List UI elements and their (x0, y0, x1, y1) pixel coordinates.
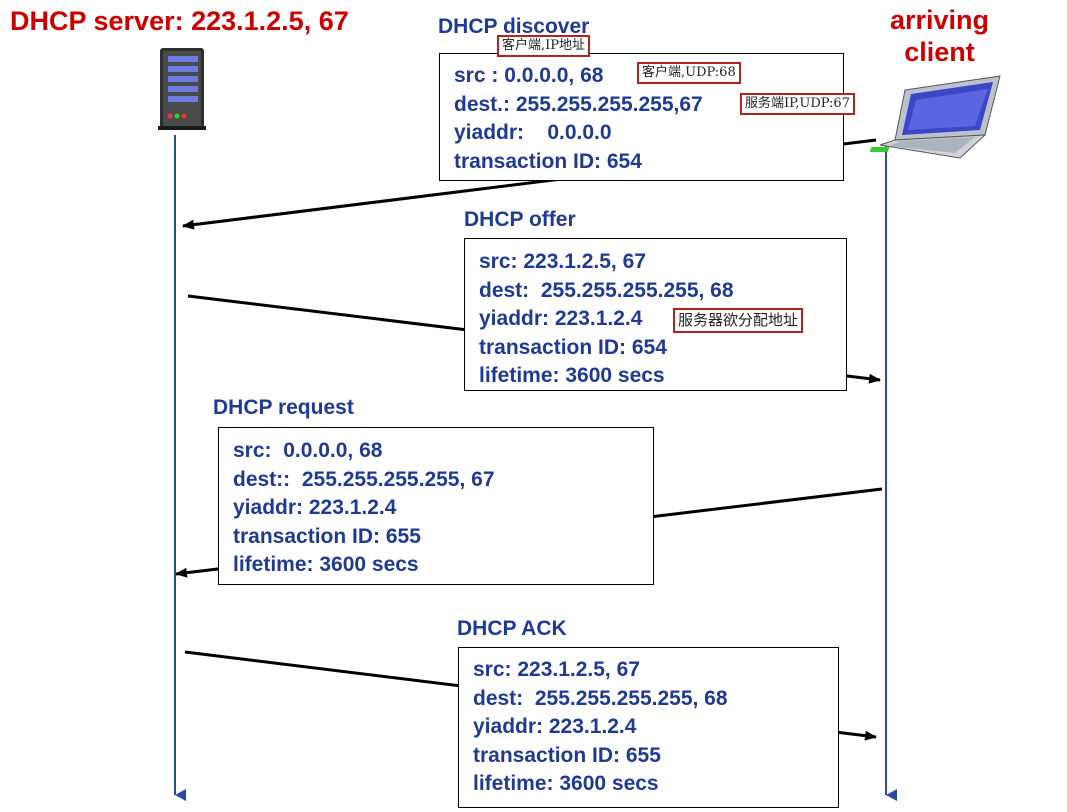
offer-dest: dest: 255.255.255.255, 68 (479, 278, 734, 302)
request-dest: dest:: 255.255.255.255, 67 (233, 467, 495, 491)
client-title-line2: client (904, 37, 975, 67)
server-icon (158, 48, 206, 130)
request-lifetime: lifetime: 3600 secs (233, 553, 419, 576)
offer-title: DHCP offer (464, 208, 576, 231)
request-src: src: 0.0.0.0, 68 (233, 439, 383, 462)
discover-src-annotation: 客户端,UDP:68 (637, 62, 741, 84)
discover-yiaddr: yiaddr: 0.0.0.0 (454, 121, 612, 144)
ack-box: src: 223.1.2.5, 67 dest: 255.255.255.255… (458, 647, 839, 808)
client-title-line1: arriving (890, 5, 990, 35)
ack-dest: dest: 255.255.255.255, 68 (473, 686, 728, 710)
offer-src: src: 223.1.2.5, 67 (479, 250, 646, 273)
server-title: DHCP server: 223.1.2.5, 67 (10, 6, 349, 36)
discover-dest-annotation: 服务端IP,UDP:67 (740, 93, 855, 115)
discover-title-annotation: 客户端,IP地址 (497, 35, 591, 57)
ack-src: src: 223.1.2.5, 67 (473, 658, 640, 681)
offer-yiaddr-annotation: 服务器欲分配地址 (673, 308, 804, 333)
laptop-icon (869, 75, 1001, 159)
offer-transaction-id: transaction ID: 654 (479, 335, 667, 359)
ack-transaction-id: transaction ID: 655 (473, 743, 661, 767)
request-yiaddr: yiaddr: 223.1.2.4 (233, 496, 397, 519)
request-title: DHCP request (213, 396, 354, 419)
ack-yiaddr: yiaddr: 223.1.2.4 (473, 715, 637, 738)
offer-lifetime: lifetime: 3600 secs (479, 364, 665, 387)
request-transaction-id: transaction ID: 655 (233, 524, 421, 548)
ack-lifetime: lifetime: 3600 secs (473, 772, 659, 795)
ack-title: DHCP ACK (457, 617, 567, 640)
request-box: src: 0.0.0.0, 68 dest:: 255.255.255.255,… (218, 427, 654, 585)
client-title: arriving client (890, 4, 989, 68)
discover-transaction-id: transaction ID: 654 (454, 149, 642, 173)
